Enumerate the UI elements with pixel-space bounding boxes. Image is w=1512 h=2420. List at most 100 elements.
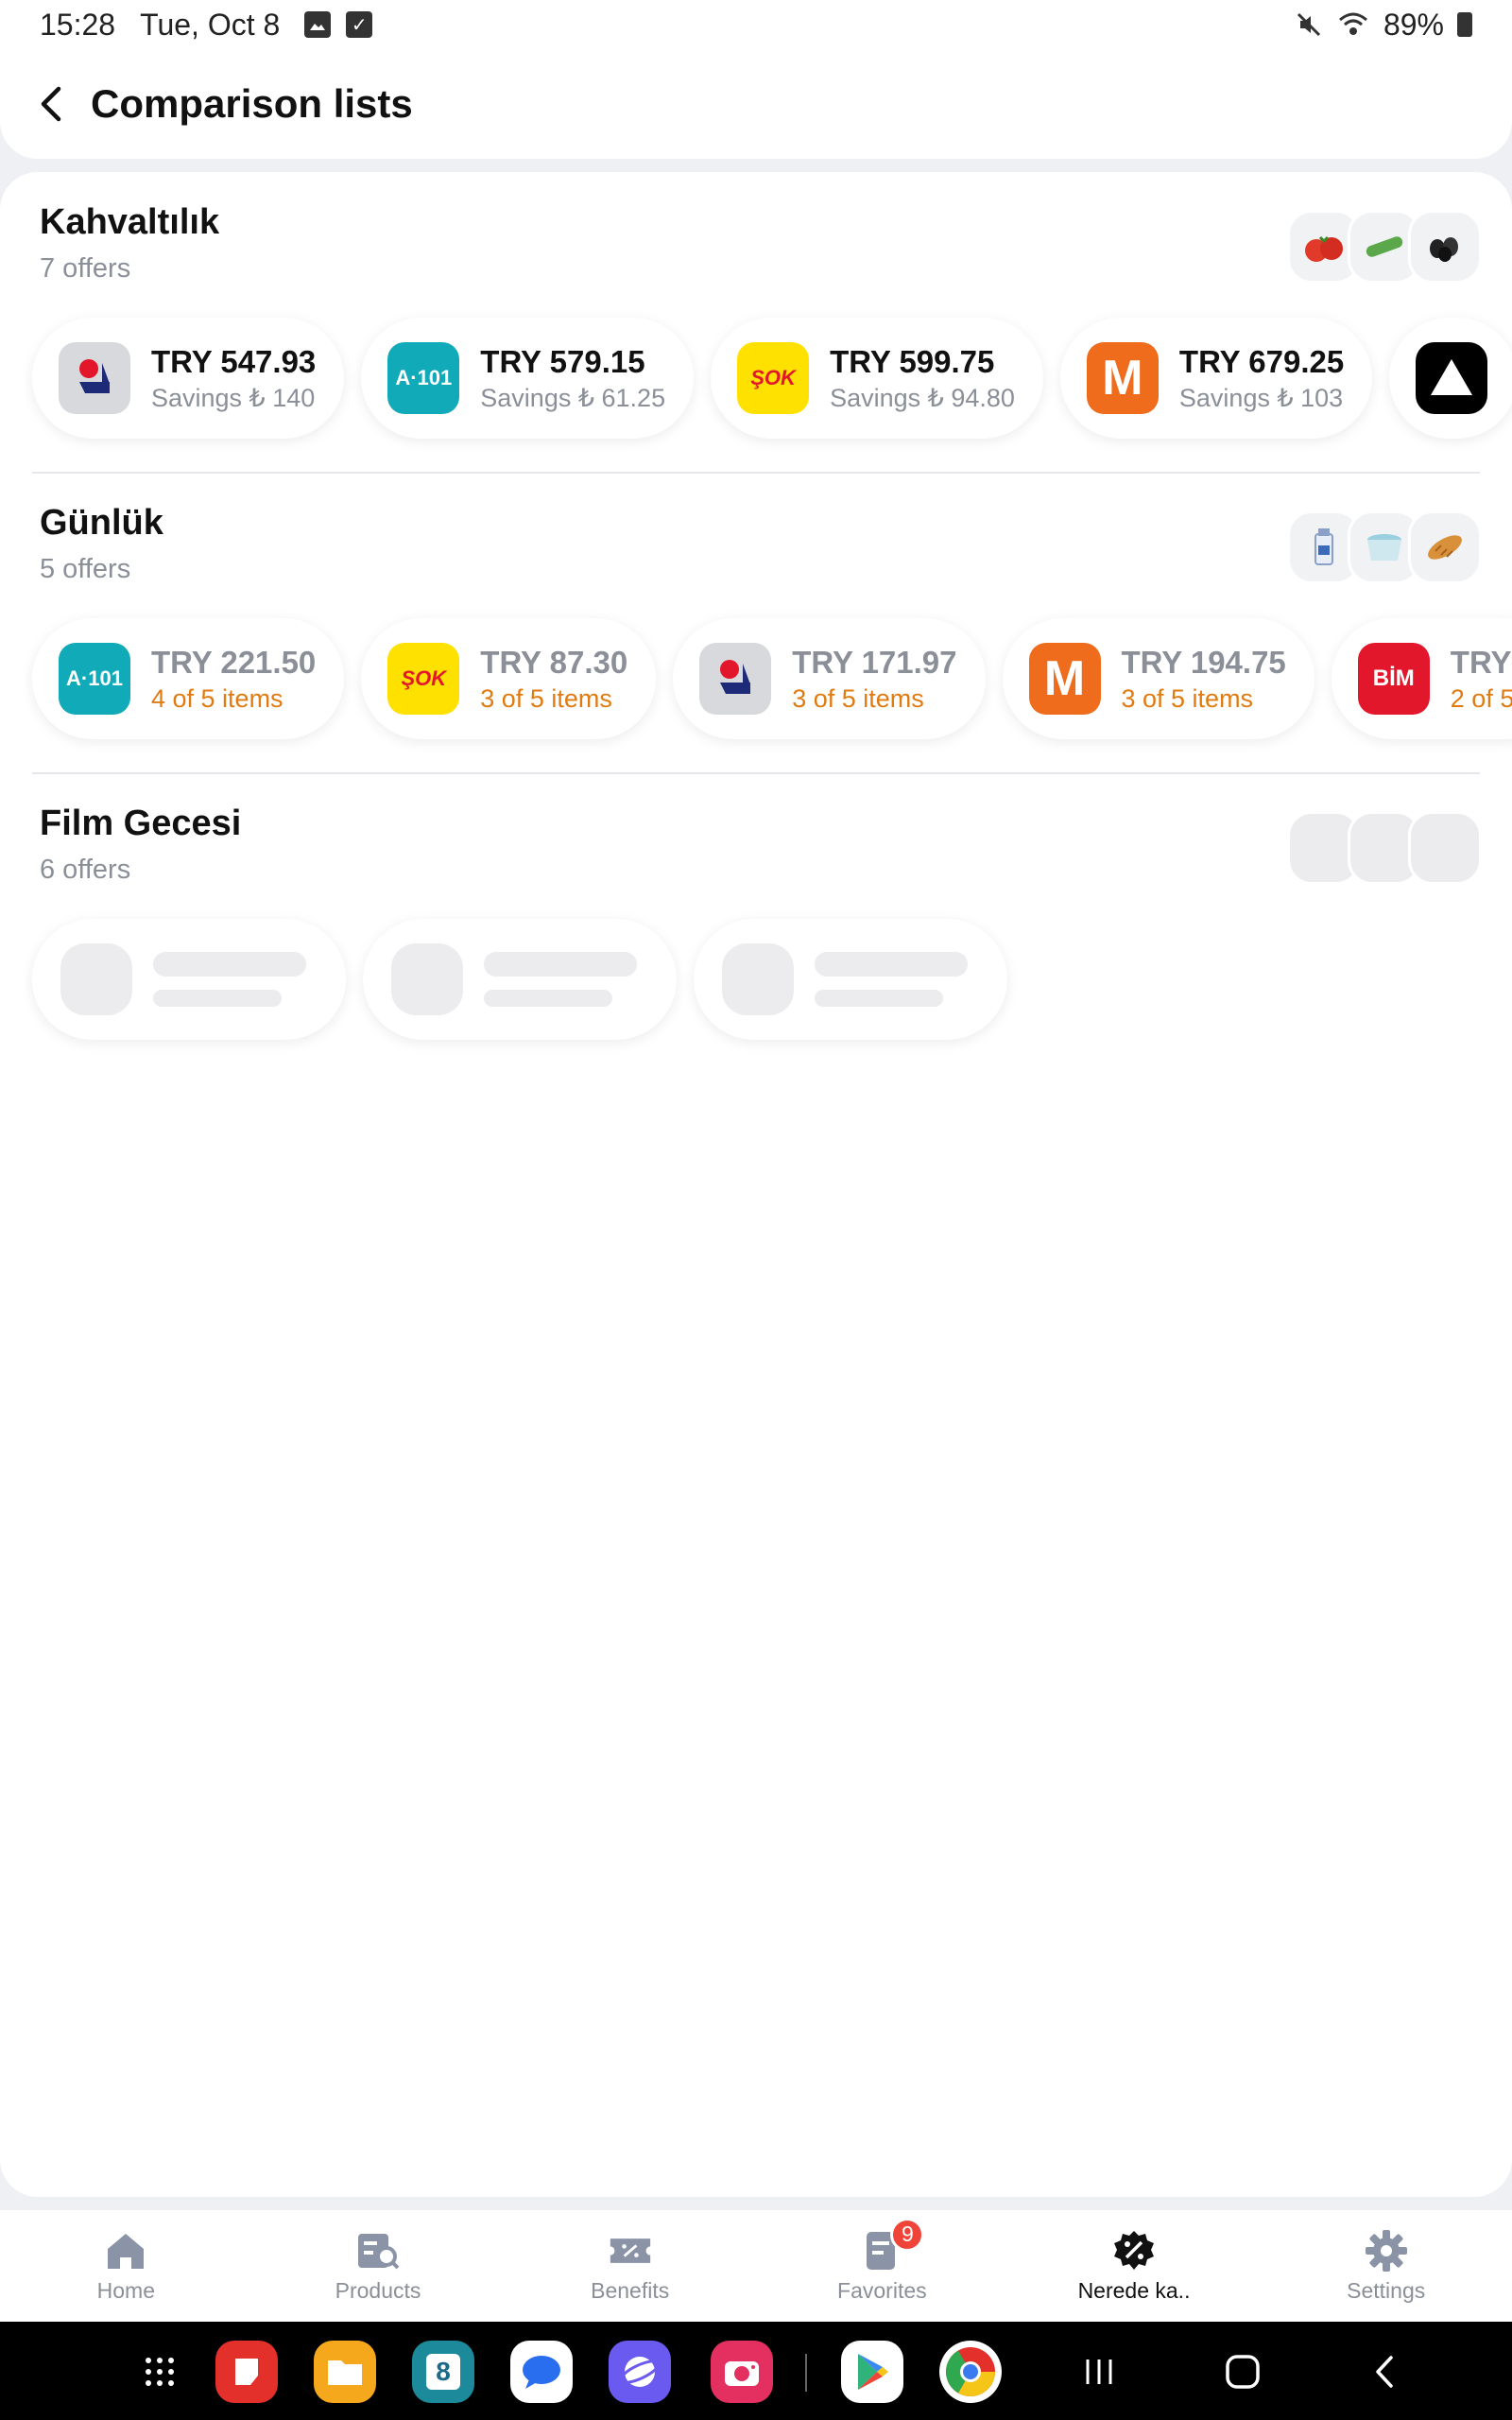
list-title: Film Gecesi bbox=[40, 804, 242, 843]
list-title: Günlük bbox=[40, 503, 163, 543]
offer-card[interactable]: TRY 547.93 Savings ₺ 140 bbox=[32, 318, 345, 439]
home-button[interactable] bbox=[1219, 2348, 1266, 2395]
nav-label: Nerede ka.. bbox=[1077, 2277, 1191, 2303]
system-dock: 8 bbox=[0, 2322, 1512, 2420]
browser-app-icon[interactable] bbox=[609, 2341, 671, 2403]
offer-item-availability: 3 of 5 items bbox=[480, 683, 612, 713]
battery-icon bbox=[1457, 12, 1472, 37]
status-bar: 15:28 Tue, Oct 8 ✓ 89% bbox=[0, 0, 1512, 49]
favorites-count-badge: 9 bbox=[890, 2217, 925, 2252]
nav-favorites[interactable]: 9 Favorites bbox=[756, 2210, 1008, 2322]
list-offer-count: 5 offers bbox=[40, 554, 131, 584]
messages-app-icon[interactable] bbox=[510, 2341, 573, 2403]
offer-item-availability: 2 of 5 i bbox=[1450, 683, 1512, 713]
offer-item-availability: 3 of 5 items bbox=[1121, 683, 1254, 713]
offer-card[interactable]: ŞOK TRY 87.30 3 of 5 items bbox=[361, 618, 657, 739]
chrome-icon[interactable] bbox=[939, 2341, 1002, 2403]
mute-icon bbox=[1297, 12, 1321, 37]
camera-app-icon[interactable] bbox=[711, 2341, 773, 2403]
list-offer-count: 7 offers bbox=[40, 253, 131, 284]
home-icon bbox=[104, 2229, 147, 2273]
offer-price: TRY 171.97 bbox=[792, 644, 957, 680]
nav-benefits[interactable]: Benefits bbox=[504, 2210, 756, 2322]
checkbox-notification-icon: ✓ bbox=[346, 11, 373, 38]
offer-price: TRY 547.93 bbox=[151, 343, 317, 379]
play-store-icon[interactable] bbox=[841, 2341, 903, 2403]
favorites-list-icon: 9 bbox=[860, 2217, 925, 2273]
system-back-button[interactable] bbox=[1361, 2348, 1408, 2395]
sok-logo: ŞOK bbox=[387, 643, 460, 715]
nav-label: Home bbox=[96, 2277, 156, 2303]
list-product-thumbnails bbox=[1287, 510, 1482, 584]
nav-label: Products bbox=[335, 2277, 421, 2303]
calendar-app-icon[interactable]: 8 bbox=[412, 2341, 474, 2403]
app-header: Comparison lists bbox=[0, 49, 1512, 159]
notes-app-icon[interactable] bbox=[215, 2341, 278, 2403]
offer-savings: Savings ₺ 94.80 bbox=[830, 383, 1015, 412]
offer-price: TRY 87.30 bbox=[480, 644, 628, 680]
sok-logo: ŞOK bbox=[737, 342, 810, 414]
nav-nerede-ka[interactable]: Nerede ka.. bbox=[1008, 2210, 1261, 2322]
gear-icon bbox=[1365, 2229, 1408, 2273]
discount-badge-icon bbox=[1112, 2229, 1156, 2273]
offer-price: TRY 679.25 bbox=[1178, 343, 1345, 379]
offer-skeleton bbox=[363, 919, 677, 1040]
offer-card[interactable]: A·101 TRY 579.15 Savings ₺ 61.25 bbox=[361, 318, 695, 439]
gallery-notification-icon bbox=[304, 11, 332, 38]
recent-apps-button[interactable] bbox=[1075, 2348, 1123, 2395]
offer-savings: Savings ₺ 61.25 bbox=[480, 383, 666, 412]
page-title: Comparison lists bbox=[91, 81, 413, 126]
store-logo-gray bbox=[59, 342, 130, 414]
comparison-lists-container: Kahvaltılık 7 offers TRY 547.93 Savings … bbox=[0, 172, 1512, 2197]
list-product-thumbnails bbox=[1287, 210, 1482, 284]
offer-price: TRY 221.50 bbox=[151, 644, 317, 680]
offer-card[interactable]: ŞOK TRY 599.75 Savings ₺ 94.80 bbox=[711, 318, 1043, 439]
list-offer-count: 6 offers bbox=[40, 855, 131, 885]
migros-logo: M bbox=[1086, 342, 1159, 414]
offer-carousel[interactable]: A·101 TRY 221.50 4 of 5 items ŞOK TRY 87… bbox=[32, 618, 1512, 739]
dock-divider bbox=[805, 2354, 807, 2392]
offer-card[interactable]: TRY 171.97 3 of 5 items bbox=[673, 618, 986, 739]
offer-card-partial[interactable]: BİM TRY 6 2 of 5 i bbox=[1331, 618, 1512, 739]
offer-price: TRY 579.15 bbox=[480, 343, 645, 379]
offer-card[interactable]: M TRY 194.75 3 of 5 items bbox=[1002, 618, 1314, 739]
offer-skeleton bbox=[694, 919, 1007, 1040]
list-title: Kahvaltılık bbox=[40, 202, 220, 242]
offer-price: TRY 599.75 bbox=[830, 343, 995, 379]
files-app-icon[interactable] bbox=[314, 2341, 376, 2403]
list-thumbnails-loading bbox=[1287, 811, 1482, 885]
back-arrow-icon[interactable] bbox=[34, 86, 68, 122]
coupon-icon bbox=[609, 2229, 652, 2273]
offer-carousel-loading bbox=[32, 919, 1007, 1040]
store-logo-triangle bbox=[1416, 342, 1488, 414]
offer-savings: Savings ₺ 103 bbox=[1178, 383, 1344, 412]
offer-carousel[interactable]: TRY 547.93 Savings ₺ 140 A·101 TRY 579.1… bbox=[32, 318, 1512, 439]
calendar-day: 8 bbox=[426, 2354, 460, 2390]
bim-logo: BİM bbox=[1357, 643, 1430, 715]
nav-products[interactable]: Products bbox=[252, 2210, 505, 2322]
products-search-icon bbox=[356, 2229, 400, 2273]
nav-label: Benefits bbox=[591, 2277, 670, 2303]
app-drawer-icon[interactable] bbox=[129, 2341, 191, 2403]
status-date: Tue, Oct 8 bbox=[140, 7, 281, 42]
status-time: 15:28 bbox=[40, 7, 116, 42]
bottom-navigation: Home Products Benefits 9 Favorites Nered… bbox=[0, 2210, 1512, 2322]
nav-settings[interactable]: Settings bbox=[1260, 2210, 1512, 2322]
olives-icon bbox=[1408, 210, 1482, 284]
offer-price: TRY 6 bbox=[1450, 644, 1512, 680]
offer-card[interactable]: A·101 TRY 221.50 4 of 5 items bbox=[32, 618, 345, 739]
nav-home[interactable]: Home bbox=[0, 2210, 252, 2322]
a101-logo: A·101 bbox=[59, 643, 130, 715]
wifi-icon bbox=[1338, 12, 1367, 35]
offer-card[interactable]: M TRY 679.25 Savings ₺ 103 bbox=[1059, 318, 1373, 439]
nav-label: Settings bbox=[1347, 2277, 1426, 2303]
battery-percent: 89% bbox=[1383, 7, 1444, 42]
migros-logo: M bbox=[1028, 643, 1101, 715]
a101-logo: A·101 bbox=[387, 342, 460, 414]
offer-savings: Savings ₺ 140 bbox=[151, 383, 316, 412]
nav-label: Favorites bbox=[837, 2277, 927, 2303]
offer-skeleton bbox=[32, 919, 346, 1040]
store-logo-gray bbox=[699, 643, 772, 715]
offer-card-partial[interactable] bbox=[1389, 318, 1512, 439]
offer-price: TRY 194.75 bbox=[1121, 644, 1286, 680]
